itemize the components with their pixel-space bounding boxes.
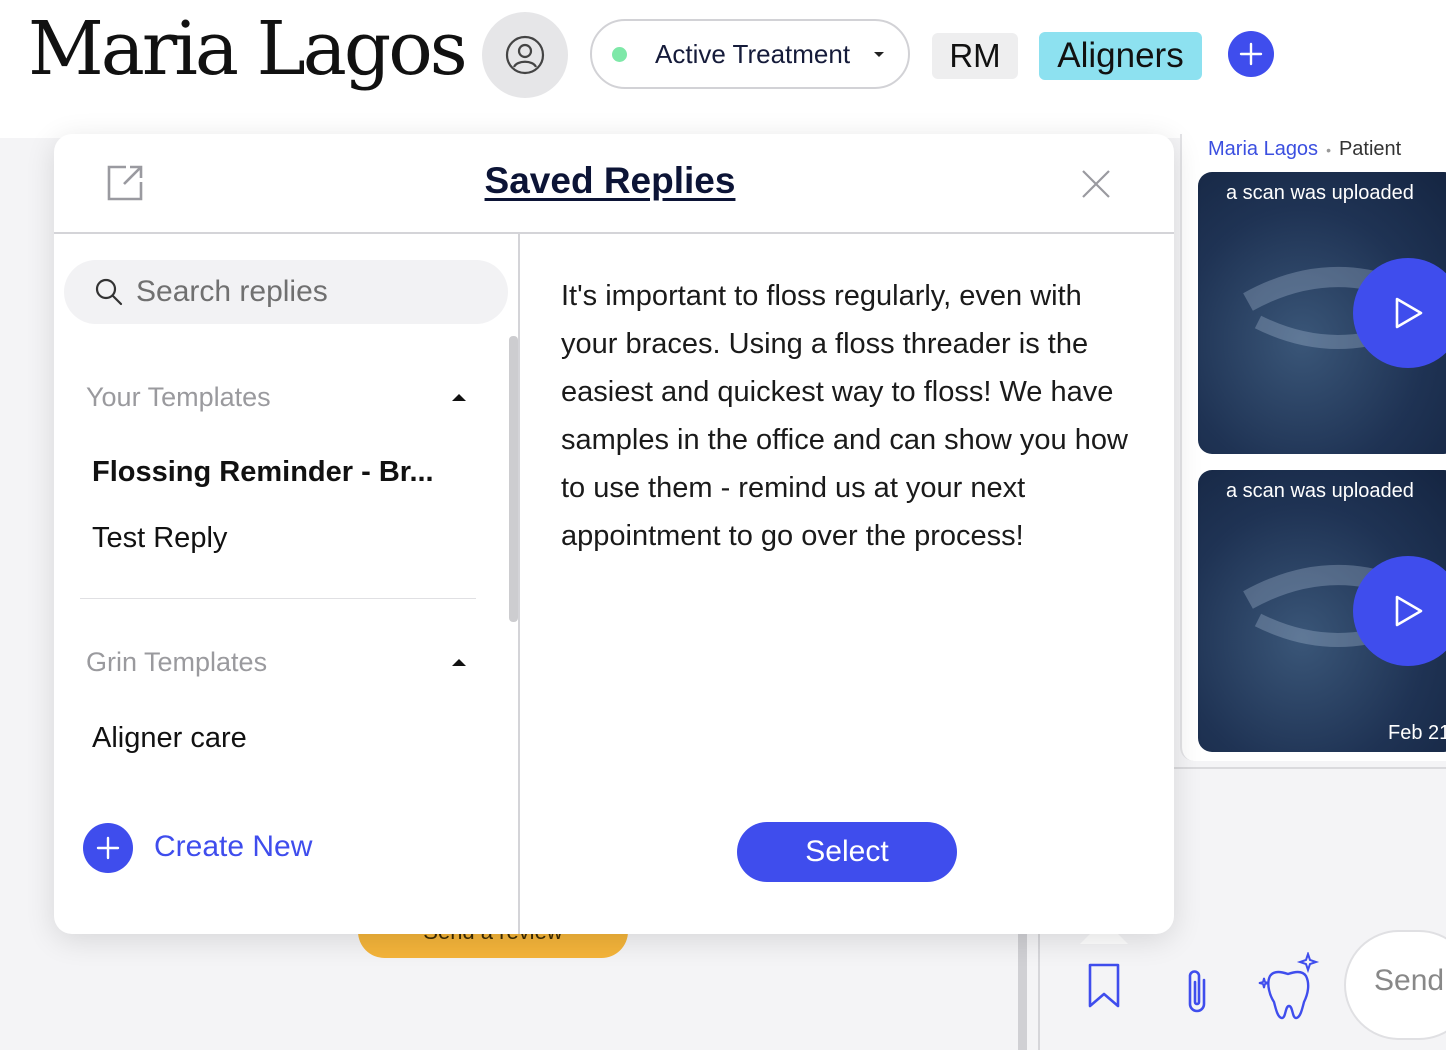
paperclip-icon[interactable] [1180, 966, 1214, 1018]
scan-message-text: a scan was uploaded [1226, 182, 1414, 204]
reply-preview: It's important to floss regularly, even … [561, 280, 1128, 552]
templates-sidebar: Your Templates Flossing Reminder - Br...… [54, 234, 520, 934]
bookmark-icon[interactable] [1086, 962, 1122, 1010]
search-icon [95, 278, 123, 306]
plus-icon [1239, 42, 1263, 66]
treatment-status-dropdown[interactable]: Active Treatment [590, 19, 910, 89]
treatment-status-label: Active Treatment [655, 38, 851, 69]
scan-message-card[interactable]: a scan was uploaded Feb 21 [1198, 470, 1446, 752]
initials-badge[interactable]: RM [932, 33, 1018, 79]
search-input[interactable] [136, 275, 496, 309]
create-new-button[interactable] [83, 823, 133, 873]
create-new-link[interactable]: Create New [154, 830, 312, 864]
section-header-grin-templates[interactable]: Grin Templates [86, 647, 267, 678]
play-icon [1395, 595, 1423, 627]
close-icon[interactable] [1080, 168, 1112, 200]
scan-message-card[interactable]: a scan was uploaded [1198, 172, 1446, 454]
panel-scrollbar[interactable] [1018, 930, 1027, 1050]
scan-message-text: a scan was uploaded [1226, 480, 1414, 502]
play-icon [1395, 297, 1423, 329]
message-timestamp: Feb 21 [1388, 722, 1446, 744]
template-item[interactable]: Aligner care [92, 722, 247, 755]
template-item[interactable]: Flossing Reminder - Br... [92, 456, 434, 489]
chat-divider [1038, 930, 1040, 1050]
status-dot [612, 46, 627, 62]
patient-profile-button[interactable] [482, 12, 568, 98]
collapse-caret-icon[interactable] [452, 394, 466, 401]
meta-separator: • [1326, 142, 1331, 158]
message-sender-role: Patient [1338, 138, 1402, 160]
add-tag-button[interactable] [1228, 31, 1274, 77]
collapse-caret-icon[interactable] [452, 659, 466, 666]
chevron-down-icon [874, 51, 885, 57]
plus-icon [96, 836, 120, 860]
saved-replies-modal: Saved Replies Your Templates Flossing Re… [54, 134, 1174, 934]
send-button[interactable]: Send [1374, 964, 1444, 998]
user-circle-icon [505, 35, 545, 75]
patient-name: Maria Lagos [28, 6, 468, 92]
message-sender[interactable]: Maria Lagos [1208, 138, 1318, 160]
program-tag[interactable]: Aligners [1039, 32, 1202, 80]
modal-title: Saved Replies [484, 160, 736, 201]
message-composer[interactable]: Send [1344, 930, 1446, 1040]
patient-header: Maria Lagos Active Treatment RM Aligners [0, 0, 1446, 138]
tooth-sparkle-icon[interactable] [1256, 952, 1320, 1022]
select-button[interactable]: Select [737, 822, 957, 882]
section-divider [80, 598, 476, 599]
modal-header: Saved Replies [54, 134, 1174, 234]
template-item[interactable]: Test Reply [92, 522, 227, 555]
section-header-your-templates[interactable]: Your Templates [86, 382, 271, 413]
chat-divider-line [1174, 767, 1446, 769]
templates-scrollbar[interactable] [509, 336, 518, 622]
search-field[interactable] [64, 260, 508, 324]
message-meta: Maria Lagos • Patient [1208, 138, 1401, 161]
